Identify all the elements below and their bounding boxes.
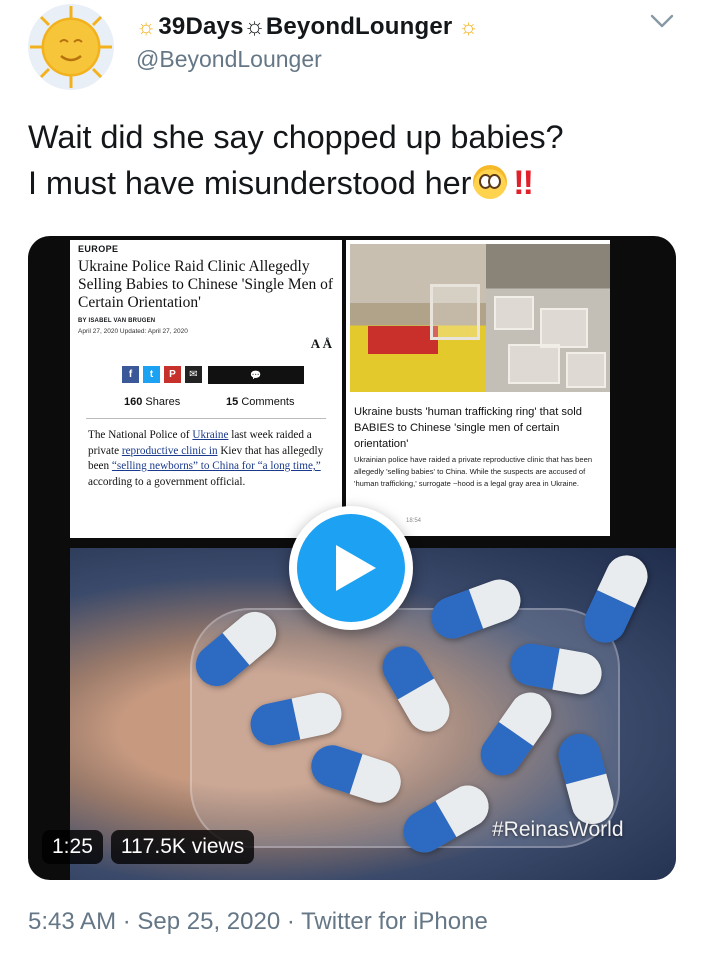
body-link: Ukraine [192,429,229,441]
article-date: April 27, 2020 Updated: April 27, 2020 [78,328,188,335]
tweet-text-line2-text: I must have misunderstood her [28,165,472,201]
play-icon [336,545,376,591]
display-name-text: 39Days☼BeyondLounger [158,13,453,40]
facebook-icon: f [122,366,139,383]
news-card-screenshot: Ukraine busts 'human trafficking ring' t… [346,240,610,536]
decor [508,344,560,384]
flushed-face-emoji [473,165,508,199]
avatar[interactable] [28,4,114,90]
comments-label: Comments [241,396,295,408]
shares-number: 160 [124,396,143,408]
article-body: The National Police of Ukraine last week… [88,428,336,490]
video-watermark: #ReinasWorld [492,818,624,841]
tweet-text-line1: Wait did she say chopped up babies? [28,119,564,155]
email-icon: ✉ [185,366,202,383]
video-stats: 1:25 117.5K views [42,830,255,864]
nursery-photo [350,244,486,392]
news-body: Ukrainian police have raided a private r… [354,455,593,489]
tweet-text-line2: I must have misunderstood her!! [28,160,678,206]
display-name[interactable]: ☼ 39Days☼BeyondLounger ☼ [136,12,479,42]
body-link: reproductive clinic in [121,444,218,457]
video-duration: 1:25 [42,830,103,864]
article-screenshot: EUROPE Ukraine Police Raid Clinic Allege… [70,240,342,538]
cribs-photo [486,244,610,392]
comment-icon: 💬 [208,366,304,384]
user-handle[interactable]: @BeyondLounger [136,46,322,73]
body-link: “selling newborns” to China for “a long … [111,460,321,472]
shares-label: Shares [145,396,181,408]
video-player[interactable]: EUROPE Ukraine Police Raid Clinic Allege… [28,236,676,880]
comments-count: 15 Comments [226,396,295,408]
decor [566,352,606,388]
double-exclamation-emoji: !! [513,164,534,202]
body-text: The National Police of [88,429,193,441]
decor [368,326,438,354]
news-headline: Ukraine busts 'human trafficking ring' t… [354,406,582,450]
decor [577,548,655,650]
article-section: EUROPE [78,244,119,254]
text-size-icon: A Å [310,336,332,351]
sun-icon: ☼ [458,14,479,39]
body-text: according to a government official. [88,475,246,488]
decor [494,296,534,330]
parler-icon: P [164,366,181,383]
article-title: Ukraine Police Raid Clinic Allegedly Sel… [78,258,334,311]
news-time: 18:54 [406,518,422,524]
comments-number: 15 [226,396,239,408]
share-icons: f t P ✉ [122,366,202,383]
twitter-icon: t [143,366,160,383]
divider [86,418,326,419]
sun-avatar-icon [30,6,112,88]
tweet-timestamp[interactable]: 5:43 AM · Sep 25, 2020 · Twitter for iPh… [28,908,488,936]
decor [430,284,480,340]
decor [540,308,588,348]
tweet-text: Wait did she say chopped up babies? I mu… [28,114,678,206]
chevron-down-icon[interactable] [648,10,676,32]
sun-icon: ☼ [136,14,157,39]
article-byline: BY ISABEL VAN BRUGEN [78,318,156,324]
shares-count: 160 Shares [124,396,180,408]
play-button[interactable] [289,506,413,630]
view-count: 117.5K views [110,830,255,864]
